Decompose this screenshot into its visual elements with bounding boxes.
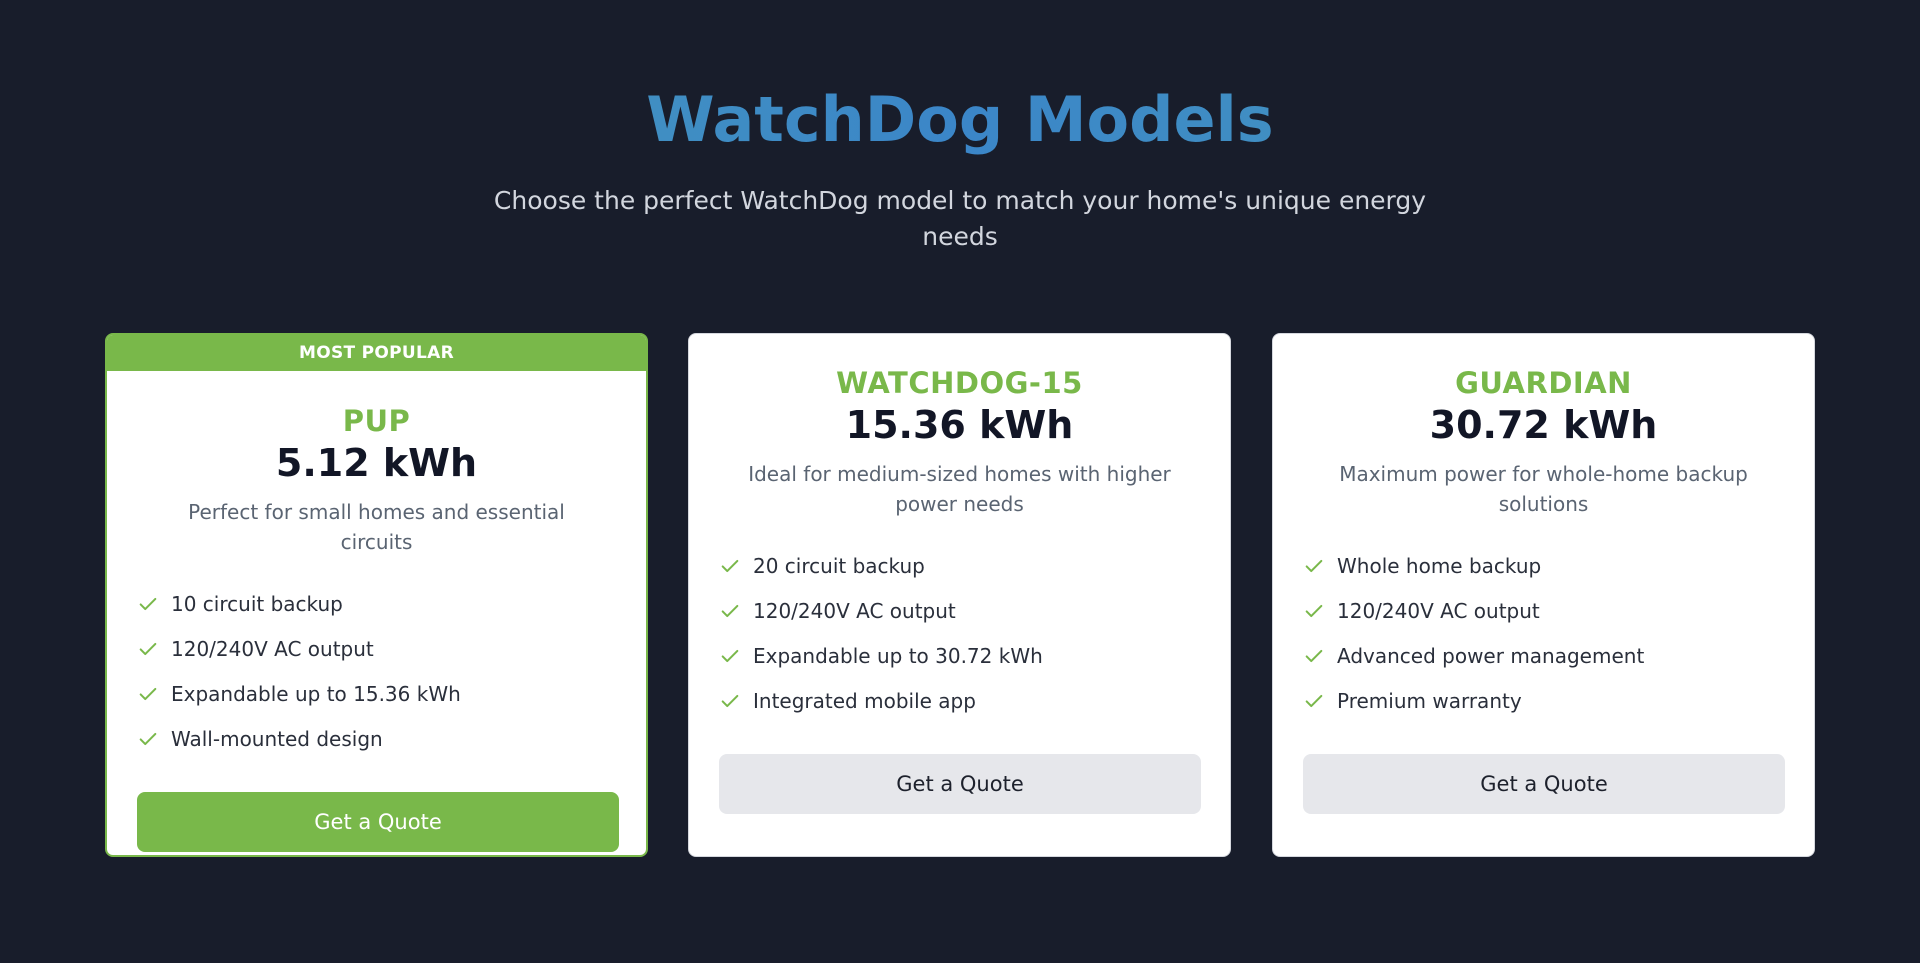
check-icon (1305, 559, 1323, 572)
check-icon (721, 559, 739, 572)
check-icon (139, 642, 157, 655)
feature-label: Premium warranty (1337, 688, 1522, 713)
check-icon (721, 604, 739, 617)
model-capacity: 5.12 kWh (275, 441, 478, 485)
model-description: Maximum power for whole-home backup solu… (1339, 462, 1748, 516)
model-name: PUP (342, 404, 411, 438)
feature-item: 10 circuit backup (137, 581, 616, 626)
check-icon (139, 687, 157, 700)
check-icon (1305, 649, 1323, 662)
model-card-watchdog-15: WATCHDOG-15 15.36 kWh Ideal for medium-s… (688, 333, 1231, 857)
feature-item: Premium warranty (1303, 678, 1784, 723)
model-name: WATCHDOG-15 (836, 366, 1083, 400)
feature-item: 120/240V AC output (719, 588, 1200, 633)
feature-item: Whole home backup (1303, 543, 1784, 588)
feature-label: 120/240V AC output (1337, 598, 1540, 623)
get-quote-button[interactable]: Get a Quote (1303, 754, 1785, 814)
check-icon (139, 732, 157, 745)
model-capacity: 15.36 kWh (845, 403, 1074, 447)
feature-item: 20 circuit backup (719, 543, 1200, 588)
models-section: WatchDog Models Choose the perfect Watch… (0, 0, 1920, 963)
check-icon (721, 694, 739, 707)
feature-item: Expandable up to 15.36 kWh (137, 671, 616, 716)
check-icon (139, 597, 157, 610)
feature-list: 10 circuit backup 120/240V AC output Exp… (137, 581, 616, 761)
feature-item: Integrated mobile app (719, 678, 1200, 723)
feature-list: 20 circuit backup 120/240V AC output Exp… (719, 543, 1200, 723)
model-name: GUARDIAN (1455, 366, 1632, 400)
feature-item: 120/240V AC output (1303, 588, 1784, 633)
card-body: PUP 5.12 kWh Perfect for small homes and… (107, 371, 646, 852)
feature-label: 120/240V AC output (753, 598, 956, 623)
get-quote-button[interactable]: Get a Quote (137, 792, 619, 852)
feature-item: Expandable up to 30.72 kWh (719, 633, 1200, 678)
feature-label: 10 circuit backup (171, 591, 343, 616)
feature-label: Wall-mounted design (171, 726, 383, 751)
section-title: WatchDog Models (0, 80, 1920, 160)
model-description: Ideal for medium-sized homes with higher… (748, 462, 1171, 516)
card-body: WATCHDOG-15 15.36 kWh Ideal for medium-s… (689, 334, 1230, 814)
check-icon (721, 649, 739, 662)
feature-label: Whole home backup (1337, 553, 1542, 578)
feature-item: 120/240V AC output (137, 626, 616, 671)
model-card-guardian: GUARDIAN 30.72 kWh Maximum power for who… (1272, 333, 1815, 857)
check-icon (1305, 604, 1323, 617)
model-capacity: 30.72 kWh (1429, 403, 1658, 447)
feature-item: Wall-mounted design (137, 716, 616, 761)
card-body: GUARDIAN 30.72 kWh Maximum power for who… (1273, 334, 1814, 814)
check-icon (1305, 694, 1323, 707)
get-quote-button[interactable]: Get a Quote (719, 754, 1201, 814)
section-subtitle: Choose the perfect WatchDog model to mat… (493, 186, 1427, 251)
feature-label: Advanced power management (1337, 643, 1645, 668)
feature-item: Advanced power management (1303, 633, 1784, 678)
feature-label: 120/240V AC output (171, 636, 374, 661)
feature-label: Expandable up to 30.72 kWh (753, 643, 1043, 668)
model-card-pup: MOST POPULAR PUP 5.12 kWh Perfect for sm… (105, 333, 648, 857)
feature-list: Whole home backup 120/240V AC output Adv… (1303, 543, 1784, 723)
feature-label: Expandable up to 15.36 kWh (171, 681, 461, 706)
feature-label: Integrated mobile app (753, 688, 976, 713)
feature-label: 20 circuit backup (753, 553, 925, 578)
model-description: Perfect for small homes and essential ci… (188, 500, 565, 554)
most-popular-badge: MOST POPULAR (107, 335, 646, 371)
